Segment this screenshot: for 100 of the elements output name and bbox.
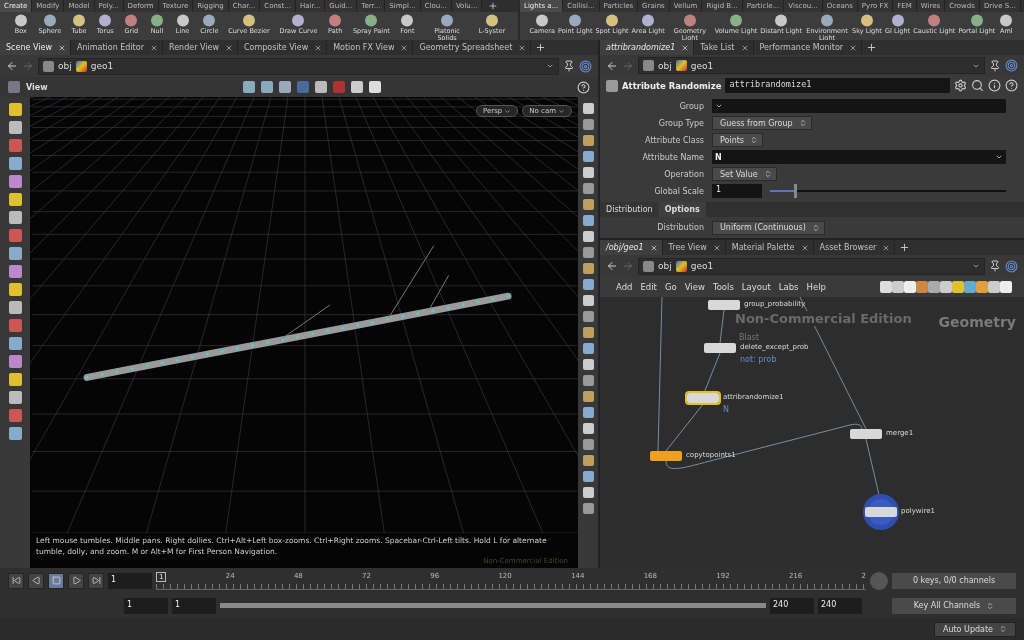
tool-icon[interactable] [439,13,456,28]
tool-icon[interactable] [582,343,594,354]
pin-icon[interactable] [563,60,575,72]
range-end-field[interactable]: 240 [770,597,814,614]
close-icon[interactable] [882,243,891,252]
pane-tab[interactable]: /obj/geo1 [600,240,663,255]
close-icon[interactable] [712,243,721,252]
tool-icon[interactable] [582,295,594,306]
tool-icon[interactable] [582,359,594,370]
target-icon[interactable] [579,59,592,73]
tool-icon[interactable] [640,13,657,28]
back-arrow-icon[interactable] [606,260,618,272]
close-icon[interactable] [518,43,527,52]
menu-item[interactable]: View [680,282,709,292]
tool-icon[interactable] [773,13,790,28]
search-icon[interactable] [971,79,984,93]
last-frame-button[interactable] [88,572,104,589]
tool-icon[interactable] [8,175,22,188]
tool-icon[interactable] [8,373,22,386]
key-mode-menu[interactable]: Key All Channels [892,597,1016,614]
tool-icon[interactable] [582,439,594,450]
toolbar-icon[interactable] [351,81,364,93]
network-node[interactable] [650,451,682,461]
tool-icon[interactable] [819,13,836,28]
tool-icon[interactable] [8,247,22,260]
tool-icon[interactable] [8,193,22,206]
text-field[interactable] [712,99,1006,114]
close-icon[interactable] [740,43,749,52]
path-field[interactable]: obj geo1 [638,257,985,275]
path-crumb[interactable]: obj [658,261,672,271]
tool-icon[interactable] [71,13,87,28]
plus-icon[interactable] [535,42,547,53]
tool-icon[interactable] [582,423,594,434]
range-end-field[interactable]: 240 [818,597,862,614]
tool-icon[interactable] [363,13,380,28]
tool-icon[interactable] [41,13,58,28]
menu-button[interactable]: Guess from Group [712,116,812,131]
tool-icon[interactable] [582,471,594,482]
tool-icon[interactable] [582,199,594,210]
back-arrow-icon[interactable] [606,59,618,72]
menu-item[interactable]: Help [802,282,830,292]
tool-icon[interactable] [582,503,594,514]
tool-icon[interactable] [858,13,875,28]
tool-icon[interactable] [8,427,22,440]
path-crumb[interactable]: geo1 [90,61,114,71]
menu-button[interactable]: Points [712,133,764,148]
help-icon[interactable] [577,80,590,94]
menu-item[interactable]: Tools [708,282,738,292]
tool-icon[interactable] [582,103,594,114]
dropdown-caret-icon[interactable] [972,262,980,270]
pane-tab[interactable]: Scene View [0,40,71,55]
dropdown-caret-icon[interactable] [546,62,554,70]
slider-fill[interactable] [770,190,794,193]
number-field[interactable]: 1 [712,184,762,199]
tool-icon[interactable] [12,13,29,28]
settings-icon[interactable] [954,79,967,93]
tool-icon[interactable] [582,327,594,338]
update-mode-button[interactable]: Auto Update [933,621,1016,637]
tool-icon[interactable] [582,167,594,178]
tool-icon[interactable] [8,265,22,278]
tool-icon[interactable] [582,375,594,386]
stop-button[interactable] [48,572,64,589]
tool-icon[interactable] [8,103,22,116]
tool-icon[interactable] [968,13,985,28]
tool-icon[interactable] [8,301,22,314]
tool-icon[interactable] [8,157,22,170]
pane-tab[interactable]: attribrandomize1 [600,40,695,55]
close-icon[interactable] [849,43,858,52]
tool-icon[interactable] [123,13,140,28]
frame-field[interactable]: 1 [108,572,152,589]
toolbar-icon[interactable] [279,81,292,93]
tool-icon[interactable] [582,279,594,290]
first-frame-button[interactable] [8,572,24,589]
path-crumb[interactable]: obj [658,60,672,71]
tool-icon[interactable] [8,121,22,134]
tool-icon[interactable] [174,13,191,28]
range-start-field[interactable]: 1 [124,597,168,614]
tool-icon[interactable] [582,311,594,322]
tool-icon[interactable] [582,487,594,498]
plus-icon[interactable] [488,1,499,11]
toolbar-icon[interactable] [369,81,382,93]
path-crumb[interactable]: obj [58,61,72,71]
tool-icon[interactable] [582,215,594,226]
tool-icon[interactable] [534,13,551,28]
close-icon[interactable] [681,43,690,52]
play-button[interactable] [68,572,84,589]
tool-icon[interactable] [582,183,594,194]
path-field[interactable]: obj geo1 [638,57,985,75]
network-node[interactable] [865,507,897,517]
toolbar-icon[interactable] [904,281,916,293]
tool-icon[interactable] [483,13,500,28]
tool-icon[interactable] [582,119,594,130]
tool-icon[interactable] [8,283,22,296]
close-icon[interactable] [400,43,409,52]
tool-icon[interactable] [582,151,594,162]
tool-icon[interactable] [8,391,22,404]
play-backward-button[interactable] [28,572,44,589]
tool-icon[interactable] [582,231,594,242]
tool-icon[interactable] [926,13,943,28]
network-node[interactable] [687,393,719,403]
